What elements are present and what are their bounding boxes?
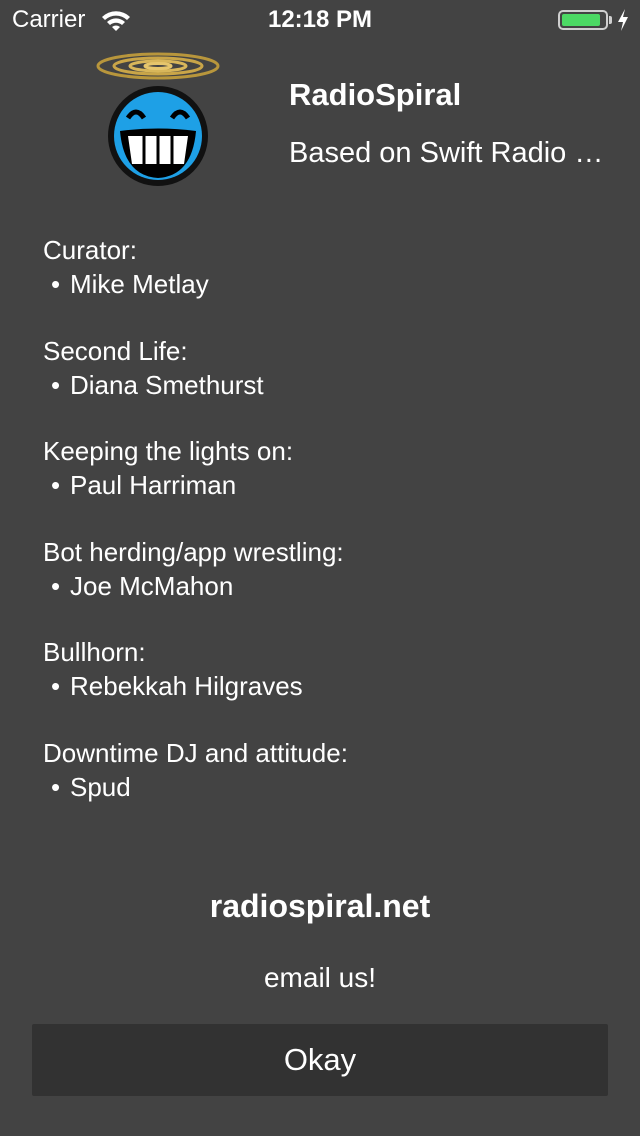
credit-role: Second Life: <box>43 335 188 366</box>
credit-item: Curator: • Mike Metlay <box>43 233 603 334</box>
clock: 12:18 PM <box>267 6 373 33</box>
credit-person-name: Rebekkah Hilgraves <box>70 671 303 701</box>
credit-role: Bot herding/app wrestling: <box>43 536 344 567</box>
credit-person: • Mike Metlay <box>43 267 603 301</box>
credit-item: Second Life: • Diana Smethurst <box>43 334 603 435</box>
credit-item: Bot herding/app wrestling: • Joe McMahon <box>43 535 603 636</box>
app-name: RadioSpiral <box>289 77 462 112</box>
bullet: • <box>51 269 61 299</box>
website-link[interactable]: radiospiral.net <box>0 888 640 925</box>
status-bar: Carrier 12:18 PM <box>0 0 640 40</box>
credit-role: Downtime DJ and attitude: <box>43 737 348 768</box>
battery-fill <box>562 14 600 26</box>
okay-button[interactable]: Okay <box>32 1024 608 1096</box>
bullet: • <box>51 470 61 500</box>
credit-person: • Joe McMahon <box>43 569 603 603</box>
app-logo <box>92 46 224 192</box>
credit-person-name: Paul Harriman <box>70 470 237 500</box>
credit-person-name: Mike Metlay <box>70 269 209 299</box>
charging-bolt-icon <box>616 8 630 37</box>
battery-icon <box>558 10 608 30</box>
credits-list: Curator: • Mike Metlay Second Life: • Dian… <box>43 233 603 836</box>
credit-role: Curator: <box>43 235 137 265</box>
credit-item: Downtime DJ and attitude: • Spud <box>43 736 603 837</box>
bullet: • <box>51 671 61 701</box>
credit-person-name: Diana Smethurst <box>70 369 264 400</box>
credit-person-name: Spud <box>70 771 131 802</box>
battery-tip <box>609 16 612 24</box>
credit-person: • Spud <box>43 770 603 804</box>
bullet: • <box>51 570 61 601</box>
bullet: • <box>51 771 61 802</box>
bullet: • <box>51 369 61 400</box>
credit-person-name: Joe McMahon <box>70 570 234 601</box>
email-link[interactable]: email us! <box>0 962 640 994</box>
credit-role: Keeping the lights on: <box>43 436 294 466</box>
credit-role: Bullhorn: <box>43 637 146 667</box>
credit-person: • Diana Smethurst <box>43 368 603 402</box>
credit-person: • Rebekkah Hilgraves <box>43 669 603 703</box>
app-subtitle: Based on Swift Radio Pro <box>289 137 609 169</box>
credit-person: • Paul Harriman <box>43 468 603 502</box>
credit-item: Keeping the lights on: • Paul Harriman <box>43 434 603 535</box>
credit-item: Bullhorn: • Rebekkah Hilgraves <box>43 635 603 736</box>
